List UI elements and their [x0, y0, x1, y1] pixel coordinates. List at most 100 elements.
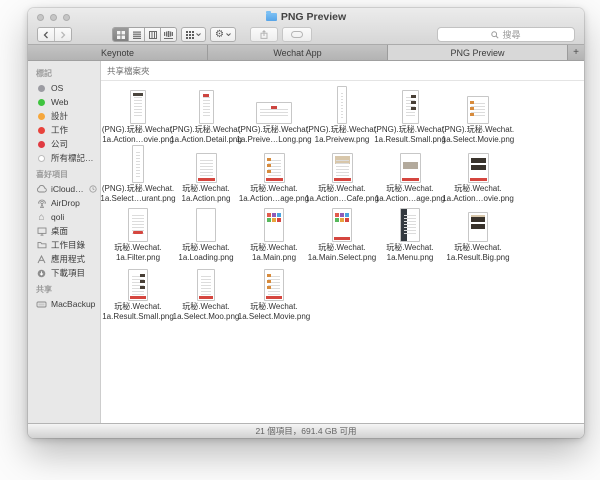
file-item[interactable]: 玩秘.Wechat.1a.Action…ovie.png — [444, 143, 512, 202]
arrange-icon — [186, 31, 194, 39]
file-name-line1: 玩秘.Wechat. — [250, 185, 297, 193]
file-name-line2: 1a.Select.Moo.png — [173, 313, 240, 321]
sidebar-item-label: 設計 — [51, 110, 68, 122]
column-view-icon — [149, 31, 157, 39]
share-icon — [260, 30, 268, 39]
file-thumbnail — [128, 202, 148, 242]
tab-keynote[interactable]: Keynote — [28, 45, 208, 60]
content-header: 共享檔案夾 — [101, 61, 584, 81]
desktop-icon — [36, 227, 47, 236]
sidebar-item-公司[interactable]: 公司 — [28, 137, 100, 151]
sidebar-item-Web[interactable]: Web — [28, 95, 100, 109]
png-thumbnail-icon — [467, 96, 489, 124]
sidebar-item-iCloudDri[interactable]: iCloud Dri… — [28, 182, 100, 196]
file-item[interactable]: 玩秘.Wechat.1a.Loading.png — [172, 202, 240, 261]
back-button[interactable] — [38, 28, 54, 41]
file-thumbnail — [468, 143, 489, 183]
sidebar-item-label: 工作目錄 — [51, 239, 85, 251]
action-menu-button[interactable]: ⚙ — [210, 27, 236, 42]
home-icon: ⌂ — [36, 213, 47, 222]
file-item[interactable]: (PNG).玩秘.Wechat.1a.Action.Detail.png — [172, 84, 240, 143]
chevron-right-icon — [60, 31, 66, 39]
file-item[interactable]: (PNG).玩秘.Wechat.1a.Select.Movie.png — [444, 84, 512, 143]
minimize-button[interactable] — [50, 14, 57, 21]
new-tab-button[interactable]: + — [568, 45, 584, 60]
file-item[interactable]: 玩秘.Wechat.1a.Action.png — [172, 143, 240, 202]
png-thumbnail-icon — [468, 212, 488, 242]
sidebar-item-label: OS — [51, 83, 63, 93]
tags-button[interactable] — [282, 27, 312, 42]
coverflow-view-button[interactable] — [160, 28, 176, 41]
list-view-button[interactable] — [128, 28, 144, 41]
file-item[interactable]: (PNG).玩秘.Wechat.1a.Result.Small.png — [376, 84, 444, 143]
sidebar-item-AirDrop[interactable]: AirDrop — [28, 196, 100, 210]
png-thumbnail-icon — [199, 90, 214, 124]
sidebar-item-OS[interactable]: OS — [28, 81, 100, 95]
file-item[interactable]: 玩秘.Wechat.1a.Main.Select.png — [308, 202, 376, 261]
chevron-down-icon — [196, 33, 201, 36]
sidebar-item-qoli[interactable]: ⌂ qoli — [28, 210, 100, 224]
folder-icon — [36, 241, 47, 249]
zoom-button[interactable] — [63, 14, 70, 21]
sidebar-item-桌面[interactable]: 桌面 — [28, 224, 100, 238]
file-name-line1: 玩秘.Wechat. — [114, 303, 161, 311]
sidebar-item-label: qoli — [51, 212, 64, 222]
forward-button[interactable] — [54, 28, 71, 41]
png-thumbnail-icon — [132, 145, 144, 183]
file-item[interactable]: 玩秘.Wechat.1a.Result.Big.png — [444, 202, 512, 261]
file-item[interactable]: (PNG).玩秘.Wechat.1a.Action…ovie.png — [104, 84, 172, 143]
sidebar-item-應用程式[interactable]: 應用程式 — [28, 252, 100, 266]
share-button[interactable] — [250, 27, 278, 42]
file-thumbnail — [196, 143, 217, 183]
file-item[interactable]: 玩秘.Wechat.1a.Main.png — [240, 202, 308, 261]
png-thumbnail-icon — [400, 153, 421, 183]
file-name-line1: 玩秘.Wechat. — [182, 185, 229, 193]
sidebar-item-下載項目[interactable]: 下載項目 — [28, 266, 100, 280]
tag-dot-icon — [36, 85, 47, 92]
chevron-left-icon — [43, 31, 49, 39]
main-area: 標記OSWeb設計工作公司所有標記…喜好項目iCloud Dri…AirDrop… — [28, 61, 584, 423]
png-thumbnail-icon — [197, 269, 215, 301]
file-item[interactable]: (PNG).玩秘.Wechat.1a.Preive…Long.png — [240, 84, 308, 143]
file-thumbnail — [400, 143, 421, 183]
png-thumbnail-icon — [196, 153, 217, 183]
file-item[interactable]: 玩秘.Wechat.1a.Action…Cafe.png — [308, 143, 376, 202]
file-item[interactable]: 玩秘.Wechat.1a.Action…age.png — [240, 143, 308, 202]
sidebar-item-工作目錄[interactable]: 工作目錄 — [28, 238, 100, 252]
file-name-line1: 玩秘.Wechat. — [318, 244, 365, 252]
sidebar-item-所有標記[interactable]: 所有標記… — [28, 151, 100, 165]
icon-view-button[interactable] — [113, 28, 128, 41]
file-name-line2: 1a.Result.Small.png — [102, 313, 174, 321]
search-placeholder: 搜尋 — [502, 28, 520, 41]
file-thumbnail — [197, 261, 215, 301]
file-thumbnail — [130, 84, 146, 124]
sidebar-item-label: iCloud Dri… — [51, 184, 85, 194]
png-thumbnail-icon — [264, 208, 284, 242]
tab-png-preview[interactable]: PNG Preview — [388, 45, 568, 60]
file-item[interactable]: 玩秘.Wechat.1a.Menu.png — [376, 202, 444, 261]
file-item[interactable]: (PNG).玩秘.Wechat.1a.Select…urant.png — [104, 143, 172, 202]
file-item[interactable]: 玩秘.Wechat. 1a.Result.Small.png — [104, 261, 172, 320]
file-item[interactable]: 玩秘.Wechat.1a.Filter.png — [104, 202, 172, 261]
tab-wechat-app[interactable]: Wechat App — [208, 45, 388, 60]
search-input[interactable]: 搜尋 — [437, 27, 575, 42]
png-thumbnail-icon — [332, 208, 352, 242]
file-item[interactable]: (PNG).玩秘.Wechat.1a.Preivew.png — [308, 84, 376, 143]
png-thumbnail-icon — [130, 90, 146, 124]
sidebar-item-MacBackup[interactable]: MacBackup — [28, 297, 100, 311]
file-item[interactable]: 玩秘.Wechat.1a.Select.Moo.png — [172, 261, 240, 320]
finder-window: PNG Preview — [28, 8, 584, 438]
file-item[interactable]: 玩秘.Wechat.1a.Select.Movie.png — [240, 261, 308, 320]
file-thumbnail — [332, 202, 352, 242]
sidebar-item-工作[interactable]: 工作 — [28, 123, 100, 137]
file-item[interactable]: 玩秘.Wechat.1a.Action…age.png — [376, 143, 444, 202]
coverflow-view-icon — [164, 31, 173, 39]
close-button[interactable] — [37, 14, 44, 21]
column-view-button[interactable] — [144, 28, 160, 41]
file-name-line1: (PNG).玩秘.Wechat. — [102, 126, 174, 134]
file-thumbnail — [264, 143, 285, 183]
png-thumbnail-icon — [128, 269, 148, 301]
png-thumbnail-icon — [400, 208, 420, 242]
sidebar-item-設計[interactable]: 設計 — [28, 109, 100, 123]
arrange-menu-button[interactable] — [181, 27, 206, 42]
